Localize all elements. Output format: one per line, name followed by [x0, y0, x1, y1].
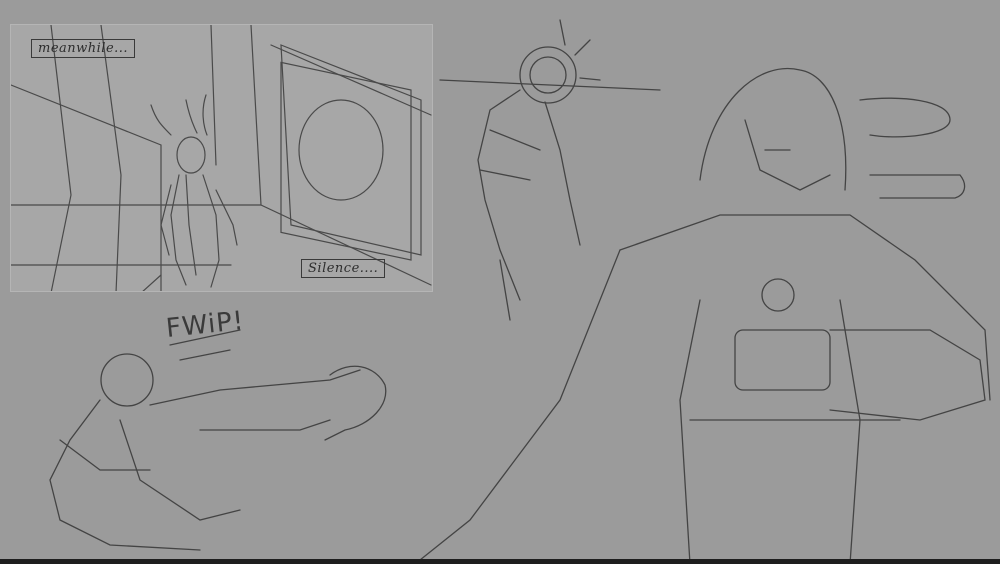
bottom-bar	[0, 559, 1000, 564]
canvas-sketch-drawing	[49, 19, 991, 564]
sketch-canvas: meanwhile... Silence.... FWiP!	[0, 0, 1000, 564]
